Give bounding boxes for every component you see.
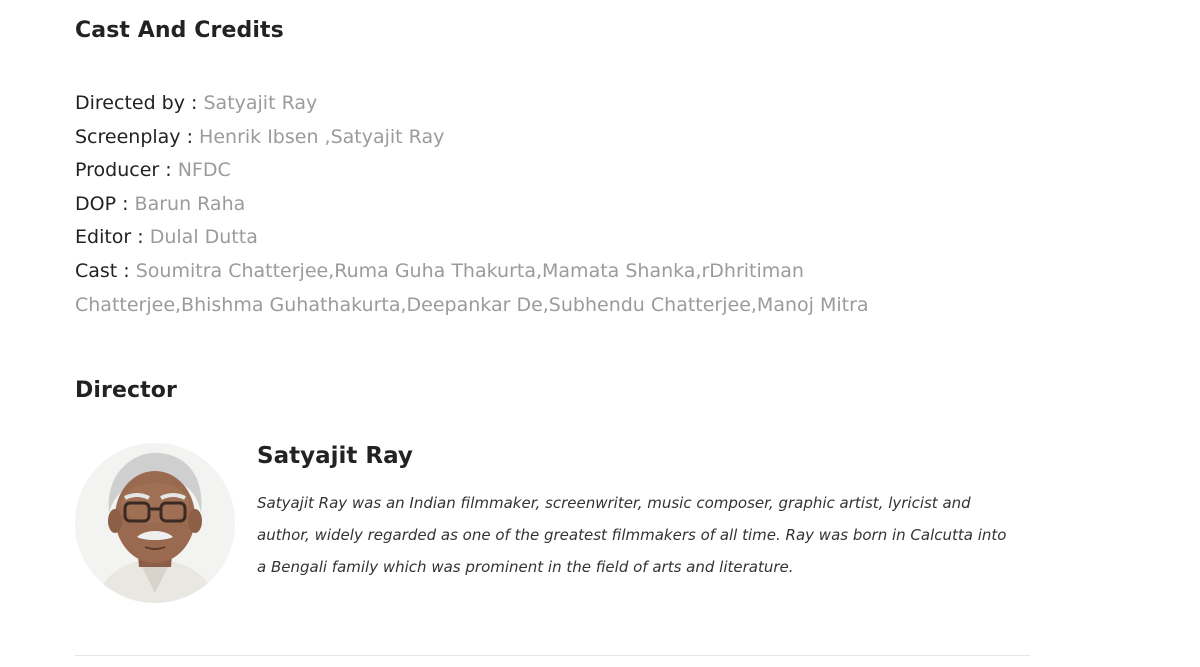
credit-label: DOP :: [75, 192, 129, 215]
credit-label: Cast :: [75, 259, 130, 282]
credit-value: Barun Raha: [134, 192, 246, 215]
credit-label: Producer :: [75, 159, 172, 182]
director-portrait-illustration: [75, 443, 235, 603]
section-divider: [75, 655, 1030, 656]
credit-value: Henrik Ibsen ,Satyajit Ray: [199, 125, 445, 148]
credit-label: Screenplay :: [75, 125, 193, 148]
credit-value: Dulal Dutta: [149, 226, 258, 249]
director-heading: Director: [75, 378, 177, 403]
credit-label: Directed by :: [75, 92, 198, 114]
credit-row-dop: DOP : Barun Raha: [75, 188, 975, 222]
credit-value: Satyajit Ray: [203, 92, 318, 114]
credit-value: NFDC: [177, 159, 231, 182]
credit-row-producer: Producer : NFDC: [75, 154, 975, 188]
director-bio: Satyajit Ray was an Indian filmmaker, sc…: [257, 494, 1007, 576]
credit-value: Soumitra Chatterjee,Ruma Guha Thakurta,M…: [75, 259, 869, 316]
credit-label: Editor :: [75, 226, 144, 249]
director-name: Satyajit Ray: [257, 443, 413, 469]
cast-and-credits-heading: Cast And Credits: [75, 18, 284, 43]
director-photo: [75, 443, 235, 603]
credits-list: Directed by : Satyajit Ray Screenplay : …: [75, 87, 975, 322]
credit-row-directed-by: Directed by : Satyajit Ray: [75, 87, 975, 121]
credit-row-cast: Cast : Soumitra Chatterjee,Ruma Guha Tha…: [75, 255, 975, 322]
credit-row-editor: Editor : Dulal Dutta: [75, 221, 975, 255]
credit-row-screenplay: Screenplay : Henrik Ibsen ,Satyajit Ray: [75, 121, 975, 155]
